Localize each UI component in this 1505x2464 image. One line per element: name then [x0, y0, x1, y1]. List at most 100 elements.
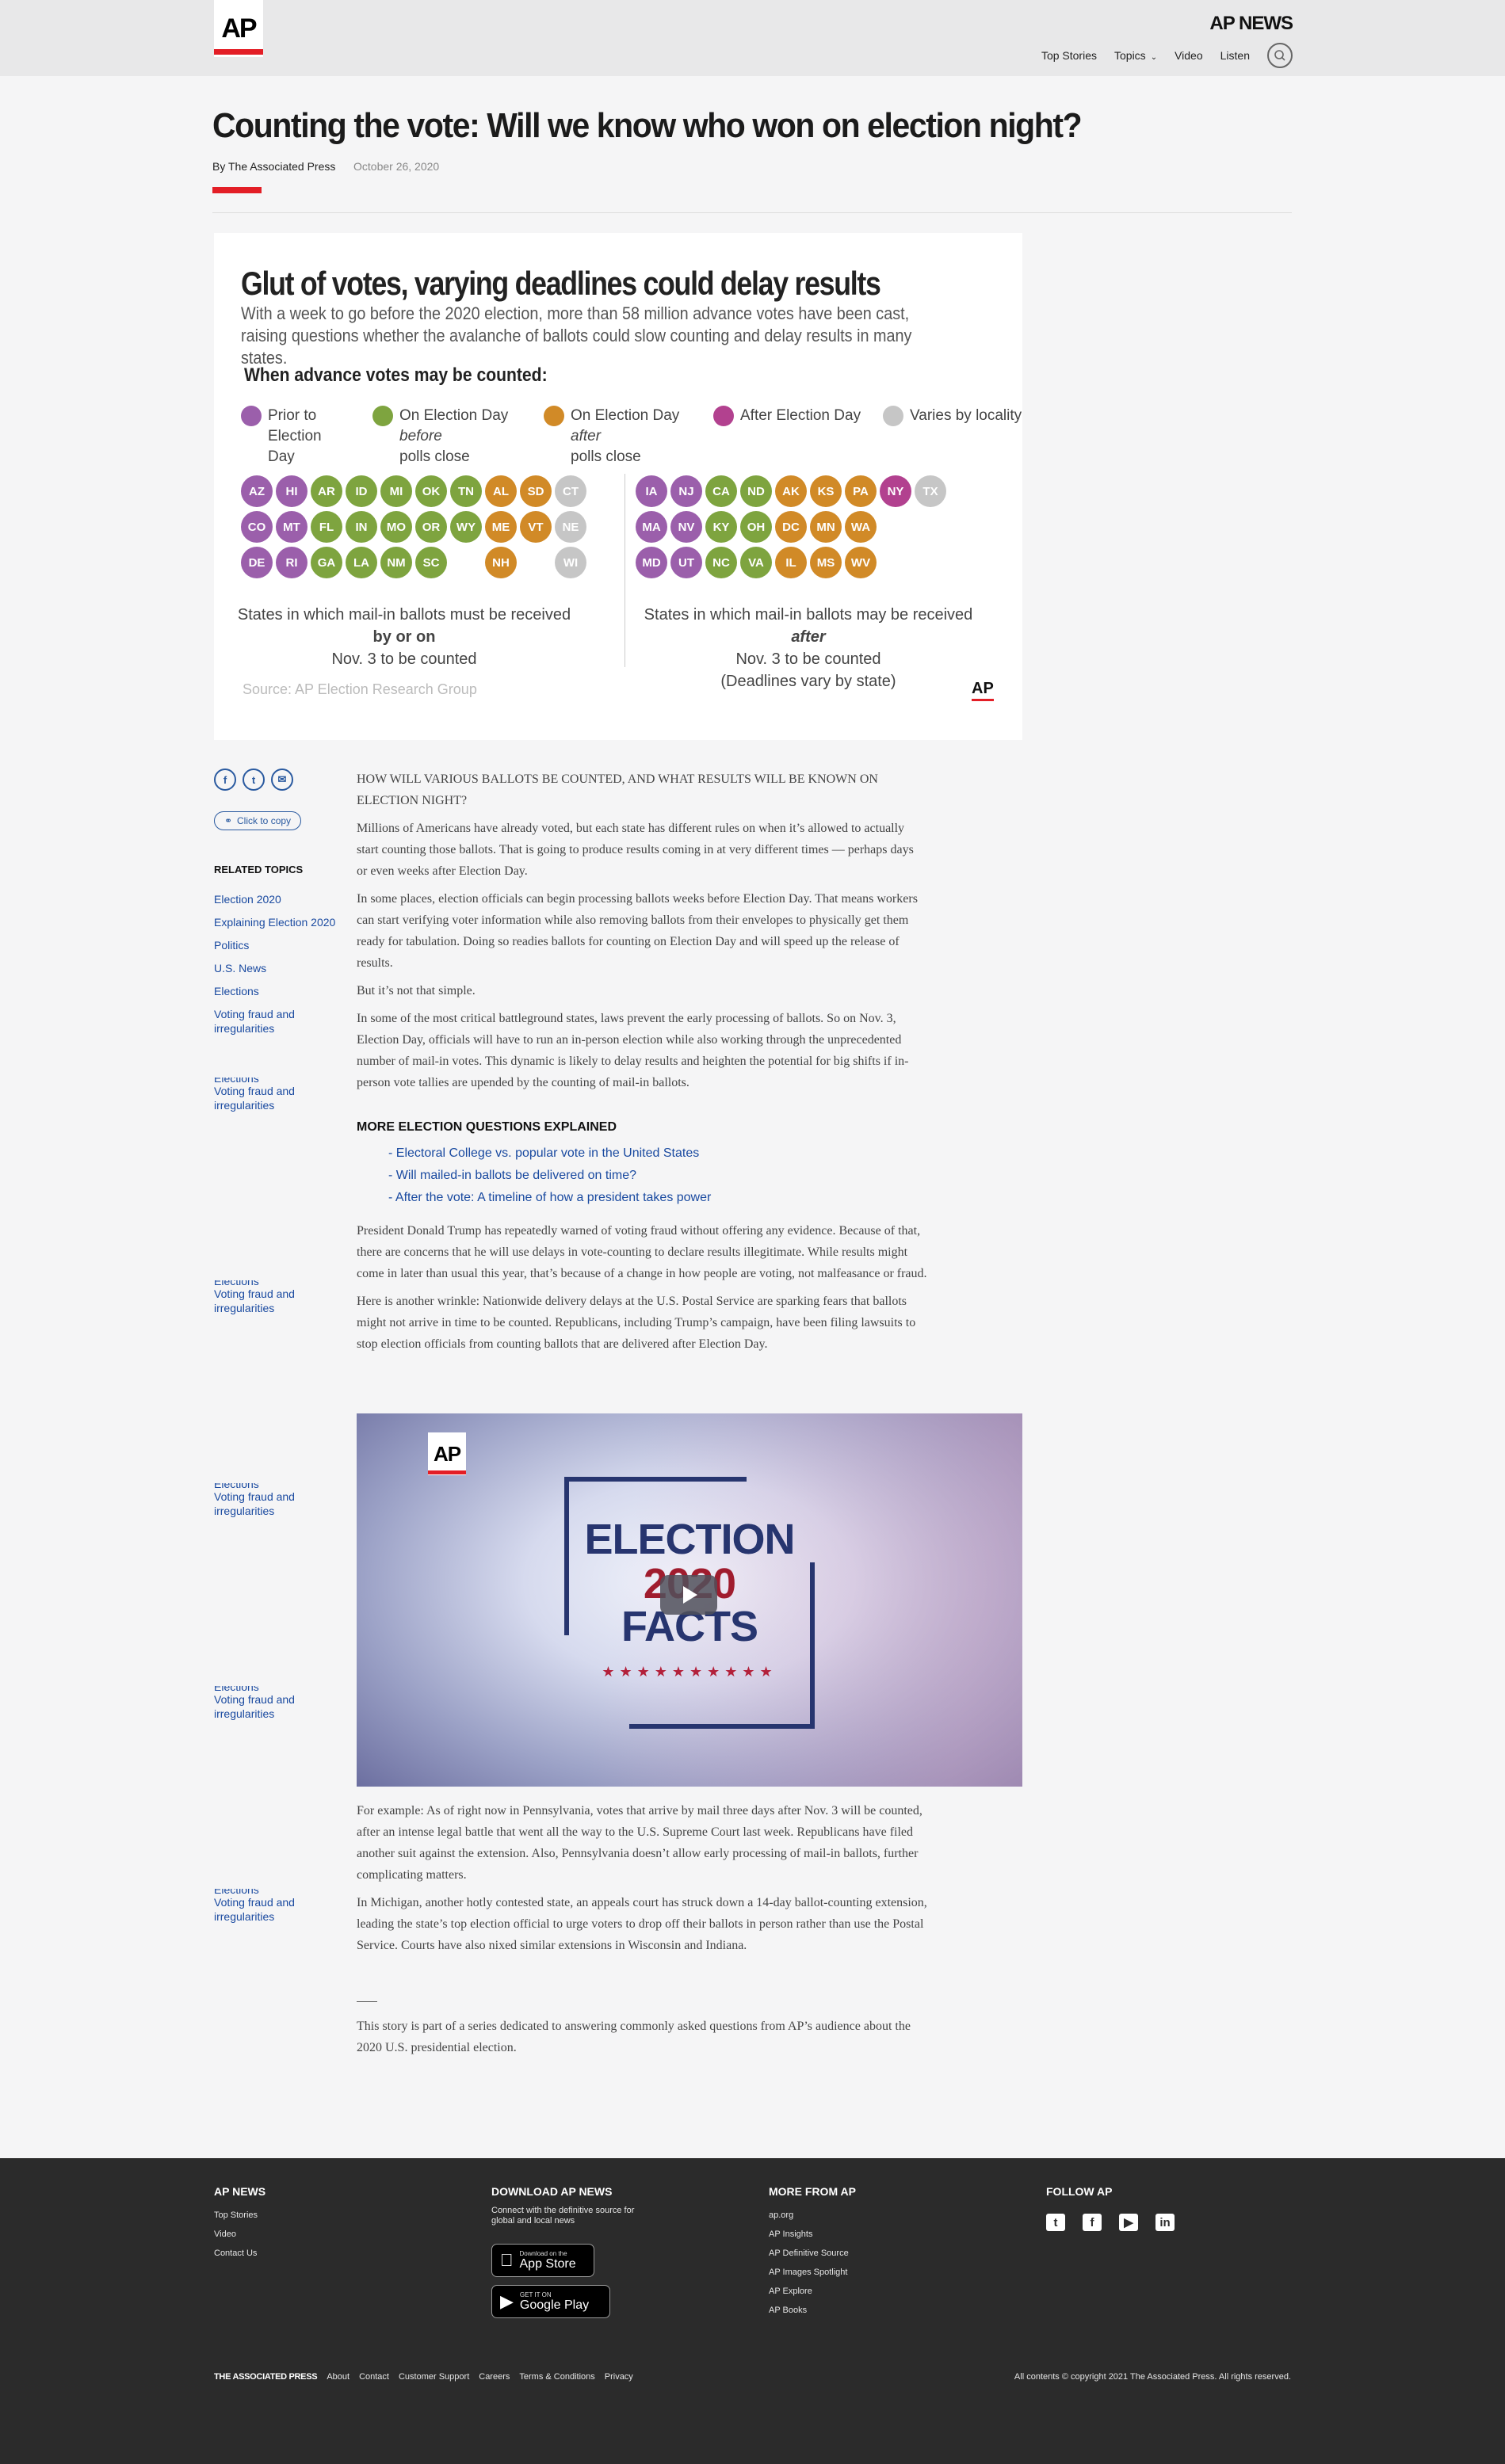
footer-link[interactable]: AP Books [769, 2301, 856, 2320]
state-chip-mt: MT [276, 511, 307, 543]
footer-link[interactable]: Top Stories [214, 2206, 265, 2225]
related-topic-link[interactable]: Politics [214, 938, 349, 952]
legend-after-day-label: After Election Day [740, 407, 861, 424]
social-links: t f ▶ in [1046, 2214, 1175, 2231]
footer-bottom-link[interactable]: Terms & Conditions [519, 2372, 594, 2382]
site-header: AP AP NEWS Top Stories Topics ⌄ Video Lis… [0, 0, 1505, 76]
legend-after-emphasis: after [571, 428, 602, 444]
related-topic-link[interactable]: Explaining Election 2020 [214, 915, 349, 929]
linkedin-icon[interactable]: in [1155, 2214, 1175, 2231]
footer-bottom-link[interactable]: About [327, 2372, 350, 2382]
fragment-voting-fraud[interactable]: Voting fraud and irregularities [214, 1085, 295, 1112]
twitter-share-icon[interactable]: t [243, 769, 265, 791]
nav-video[interactable]: Video [1175, 49, 1203, 62]
footer-brand[interactable]: THE ASSOCIATED PRESS [214, 2372, 318, 2382]
fragment-elections[interactable]: Elections [214, 1686, 349, 1692]
caption-right-emphasis: after [791, 628, 826, 646]
footer-link[interactable]: AP Definitive Source [769, 2244, 856, 2263]
state-chip-nd: ND [740, 475, 772, 507]
state-chip-mo: MO [380, 511, 412, 543]
legend-label-prior: Prior to Election Day [268, 406, 361, 467]
play-button-icon[interactable] [660, 1575, 717, 1615]
nav-listen[interactable]: Listen [1220, 49, 1250, 62]
article-paragraph: In Michigan, another hotly contested sta… [357, 1896, 927, 1952]
state-chip-fl: FL [311, 511, 342, 543]
infographic: Glut of votes, varying deadlines could d… [214, 233, 1022, 740]
fragment-elections[interactable]: Elections [214, 1483, 349, 1489]
apple-icon:  [500, 2250, 514, 2271]
state-chip-ar: AR [311, 475, 342, 507]
state-chip-vt: VT [520, 511, 552, 543]
google-play-small: GET IT ON [519, 2290, 552, 2298]
fragment-voting-fraud[interactable]: Voting fraud and irregularities [214, 1287, 295, 1314]
twitter-icon[interactable]: t [1046, 2214, 1065, 2231]
footer-link[interactable]: ap.org [769, 2206, 856, 2225]
site-name[interactable]: AP NEWS [1209, 13, 1293, 35]
copy-link-button[interactable]: ⚭ Click to copy [214, 811, 301, 830]
related-topic-link[interactable]: U.S. News [214, 961, 349, 975]
legend-varies: Varies by locality [883, 406, 1033, 467]
footer-col-download: DOWNLOAD AP NEWS Connect with the defini… [491, 2185, 642, 2318]
series-note: This story is part of a series dedicated… [357, 2020, 911, 2054]
app-store-button[interactable]:  Download on theApp Store [491, 2244, 594, 2277]
youtube-icon[interactable]: ▶ [1119, 2214, 1138, 2231]
legend-swatch-before [372, 406, 393, 426]
search-button[interactable] [1267, 43, 1293, 68]
related-topic-link[interactable]: Election 2020 [214, 892, 349, 906]
share-buttons: f t ✉ [214, 769, 293, 791]
app-store-small: Download on the [506, 2249, 567, 2257]
facebook-share-icon[interactable]: f [214, 769, 236, 791]
nav-top-stories[interactable]: Top Stories [1041, 49, 1097, 62]
state-chip-ma: MA [636, 511, 667, 543]
state-chip-sd: SD [520, 475, 552, 507]
more-question-link[interactable]: - Will mailed-in ballots be delivered on… [388, 1165, 711, 1187]
fragment-voting-fraud[interactable]: Voting fraud and irregularities [214, 1896, 295, 1923]
related-topic-link[interactable]: Elections [214, 984, 349, 998]
state-chip-nc: NC [705, 547, 737, 578]
fragment-voting-fraud[interactable]: Voting fraud and irregularities [214, 1490, 295, 1517]
email-share-icon[interactable]: ✉ [271, 769, 293, 791]
footer-bottom-link[interactable]: Customer Support [399, 2372, 469, 2382]
caption-left: States in which mail-in ballots must be … [230, 604, 579, 670]
fragment-voting-fraud[interactable]: Voting fraud and irregularities [214, 1693, 295, 1720]
footer-link[interactable]: AP Insights [769, 2225, 856, 2244]
nav-topics[interactable]: Topics ⌄ [1114, 49, 1157, 62]
video-title-line1: ELECTION [584, 1516, 795, 1563]
article-paragraph: Here is another wrinkle: Nationwide deli… [357, 1295, 916, 1351]
more-question-link[interactable]: - Electoral College vs. popular vote in … [388, 1142, 711, 1165]
fragment-elections[interactable]: Elections [214, 1078, 349, 1084]
state-chip-sc: SC [415, 547, 447, 578]
related-topic-link[interactable]: Voting fraud and irregularities [214, 1007, 349, 1036]
footer-link[interactable]: Contact Us [214, 2244, 265, 2263]
fragment-elections[interactable]: Elections [214, 1889, 349, 1895]
footer-heading: FOLLOW AP [1046, 2185, 1113, 2198]
state-chip-wa: WA [845, 511, 877, 543]
caption-left-emphasis: by or on [372, 628, 436, 646]
article-body-footnote: This story is part of a series dedicated… [357, 2016, 927, 2065]
fragment-elections[interactable]: Elections [214, 1280, 349, 1287]
footer-link[interactable]: Video [214, 2225, 265, 2244]
sticky-related-fragment: Elections Voting fraud and irregularities [214, 1078, 349, 1112]
legend-before-line2: polls close [399, 448, 470, 465]
footer-bottom-link[interactable]: Privacy [605, 2372, 633, 2382]
more-question-link[interactable]: - After the vote: A timeline of how a pr… [388, 1187, 711, 1209]
article-paragraph: President Donald Trump has repeatedly wa… [357, 1224, 927, 1280]
video-player[interactable]: AP ELECTION 2020 FACTS ★★★★★★★★★★ [357, 1413, 1022, 1787]
state-chip-ky: KY [705, 511, 737, 543]
footer-bottom-link[interactable]: Contact [359, 2372, 389, 2382]
article-paragraph: For example: As of right now in Pennsylv… [357, 1804, 922, 1882]
legend-label-before: On Election Day before polls close [399, 406, 533, 467]
state-chip-de: DE [241, 547, 273, 578]
state-chip-md: MD [636, 547, 667, 578]
footer-link[interactable]: AP Images Spotlight [769, 2263, 856, 2282]
google-play-button[interactable]: ▶ GET IT ON Google Play [491, 2285, 610, 2318]
footer-bottom-link[interactable]: Careers [479, 2372, 510, 2382]
state-chip-ga: GA [311, 547, 342, 578]
logo-accent-bar [214, 49, 263, 55]
state-chip-ks: KS [810, 475, 842, 507]
state-chip-me: ME [485, 511, 517, 543]
facebook-icon[interactable]: f [1083, 2214, 1102, 2231]
footer-link[interactable]: AP Explore [769, 2282, 856, 2301]
state-chip-mi: MI [380, 475, 412, 507]
legend-prior-line1: Prior to Election [268, 407, 322, 444]
